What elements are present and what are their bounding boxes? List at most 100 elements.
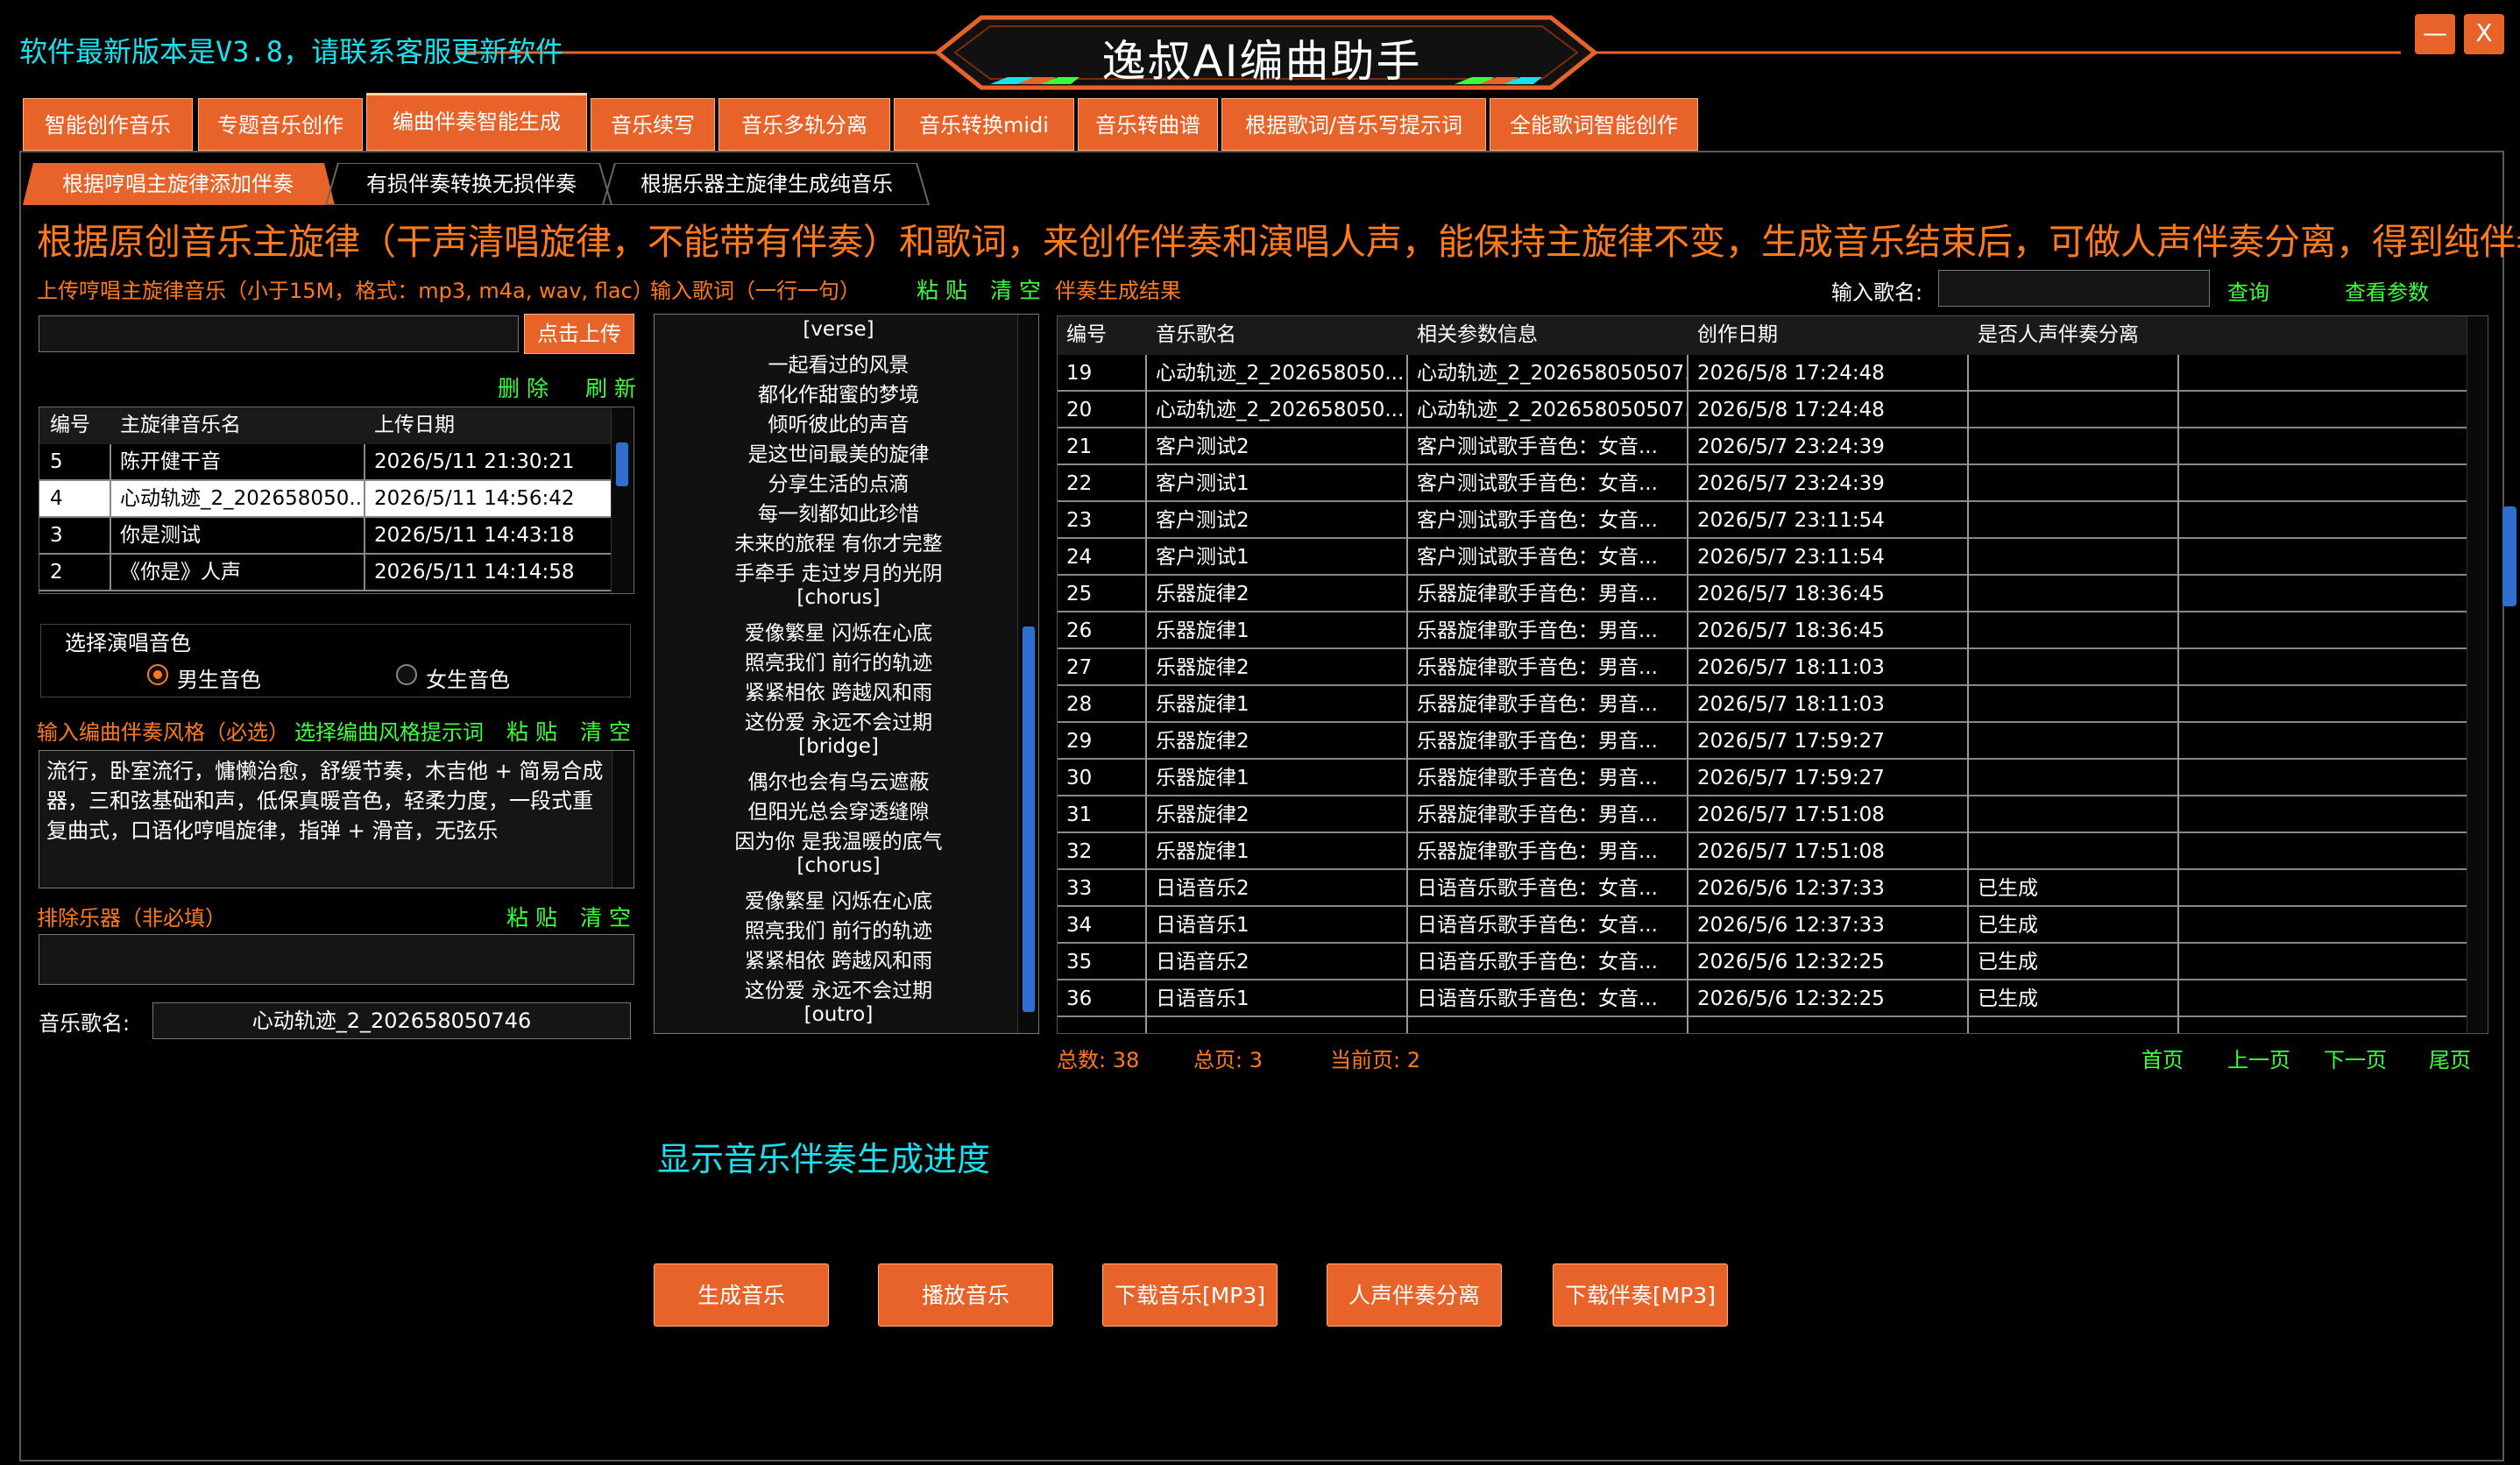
cell-id: 27 <box>1066 656 1093 679</box>
tab-score[interactable]: 音乐转曲谱 <box>1078 98 1218 151</box>
table-row[interactable]: 25 乐器旋律2 乐器旋律歌手音色：男音... 2026/5/7 18:36:45 <box>1058 576 2467 612</box>
style-paste-button[interactable]: 粘 贴 <box>506 715 557 747</box>
table-row[interactable]: 35 日语音乐2 日语音乐歌手音色：女音... 2026/5/6 12:32:25 已生… <box>1058 944 2467 980</box>
table-row[interactable]: 19 心动轨迹_2_202658050... 心动轨迹_2_202658050507… <box>1058 355 2467 392</box>
song-name-input[interactable]: 心动轨迹_2_202658050746 <box>152 1002 631 1039</box>
cell-date: 2026/5/7 18:11:03 <box>1697 693 1885 716</box>
lyric-line: 每一刻都如此珍惜 <box>758 503 919 526</box>
page-scroll-thumb[interactable] <box>2502 506 2516 606</box>
table-row[interactable]: 2 《你是》人声 2026/5/11 14:14:58 <box>39 555 611 591</box>
tab-topic-create[interactable]: 专题音乐创作 <box>198 98 363 151</box>
table-row[interactable]: 36 日语音乐1 日语音乐歌手音色：女音... 2026/5/6 12:32:25 已生… <box>1058 980 2467 1017</box>
melody-table-scrollbar[interactable] <box>611 407 634 593</box>
table-row[interactable]: 33 日语音乐2 日语音乐歌手音色：女音... 2026/5/6 12:37:33 已生… <box>1058 870 2467 907</box>
table-row[interactable]: 20 心动轨迹_2_202658050... 心动轨迹_2_202658050507… <box>1058 392 2467 428</box>
play-music-button[interactable]: 播放音乐 <box>878 1263 1053 1327</box>
minimize-button[interactable]: — <box>2415 14 2455 54</box>
table-row[interactable]: 22 客户测试1 客户测试歌手音色：女音... 2026/5/7 23:24:39 <box>1058 465 2467 502</box>
style-scrollbar[interactable] <box>612 751 634 888</box>
table-row[interactable]: 3 你是测试 2026/5/11 14:43:18 <box>39 518 611 555</box>
table-row[interactable]: 30 乐器旋律1 乐器旋律歌手音色：男音... 2026/5/7 17:59:27 <box>1058 760 2467 796</box>
result-table-body: 19 心动轨迹_2_202658050... 心动轨迹_2_202658050507… <box>1058 355 2468 1033</box>
scroll-thumb[interactable] <box>1023 626 1035 1012</box>
view-params-button[interactable]: 查看参数 <box>2345 275 2429 306</box>
lyrics-clear-button[interactable]: 清 空 <box>990 273 1041 305</box>
table-row[interactable]: 26 乐器旋律1 乐器旋律歌手音色：男音... 2026/5/7 18:36:45 <box>1058 612 2467 649</box>
first-page-button[interactable]: 首页 <box>2141 1043 2184 1073</box>
refresh-button[interactable]: 刷 新 <box>585 372 636 403</box>
lyrics-textarea[interactable]: [verse] 一起看过的风景 都化作甜蜜的梦境 倾听彼此的声音 是这世间最美的旋律 分享… <box>654 314 1039 1034</box>
male-voice-label[interactable]: 男生音色 <box>177 662 261 693</box>
scroll-thumb[interactable] <box>616 442 628 486</box>
separate-vocal-button[interactable]: 人声伴奏分离 <box>1327 1263 1502 1327</box>
exclude-clear-button[interactable]: 清 空 <box>580 901 631 932</box>
lyric-line: 紧紧相依 跨越风和雨 <box>744 950 933 973</box>
download-music-button[interactable]: 下载音乐[MP3] <box>1102 1263 1278 1327</box>
table-row-selected[interactable]: 4 心动轨迹_2_202658050... 2026/5/11 14:56:42 <box>39 481 611 518</box>
result-label: 伴奏生成结果 <box>1055 279 1181 303</box>
upload-path-input[interactable] <box>39 315 519 352</box>
result-table-scrollbar[interactable] <box>2467 316 2488 1033</box>
tab-arrangement[interactable]: 编曲伴奏智能生成 <box>366 93 587 151</box>
progress-text: 显示音乐伴奏生成进度 <box>657 1140 991 1178</box>
table-row[interactable]: 5 陈开健干音 2026/5/11 21:30:21 <box>39 444 611 481</box>
close-button[interactable]: X <box>2464 14 2504 54</box>
cell-song: 乐器旋律1 <box>1156 693 1249 716</box>
tab-prompt-writer[interactable]: 根据歌词/音乐写提示词 <box>1221 98 1486 151</box>
lyric-line: [chorus] <box>796 854 881 877</box>
table-row[interactable]: 24 客户测试1 客户测试歌手音色：女音... 2026/5/7 23:11:54 <box>1058 539 2467 576</box>
tab-multitrack[interactable]: 音乐多轨分离 <box>718 98 890 151</box>
tab-continue[interactable]: 音乐续写 <box>591 98 715 151</box>
download-accomp-button[interactable]: 下载伴奏[MP3] <box>1553 1263 1728 1327</box>
cell-date: 2026/5/8 17:24:48 <box>1697 362 1885 385</box>
cell-name: 陈开健干音 <box>120 450 221 473</box>
page-headline: 根据原创音乐主旋律（干声清唱旋律，不能带有伴奏）和歌词，来创作伴奏和演唱人声，能… <box>37 221 2520 263</box>
female-voice-label[interactable]: 女生音色 <box>426 662 510 693</box>
female-voice-radio[interactable] <box>396 664 417 685</box>
lyrics-lines: [verse] 一起看过的风景 都化作甜蜜的梦境 倾听彼此的声音 是这世间最美的旋律 分享… <box>655 318 1023 1030</box>
lyric-line: 一起看过的风景 <box>768 354 910 377</box>
cell-song: 日语音乐1 <box>1156 987 1249 1010</box>
exclude-input[interactable] <box>39 934 634 985</box>
upload-button[interactable]: 点击上传 <box>524 314 634 354</box>
cell-name: 《你是》人声 <box>120 561 241 584</box>
tab-smart-create[interactable]: 智能创作音乐 <box>23 98 193 151</box>
cell-song: 乐器旋律1 <box>1156 767 1249 789</box>
male-voice-radio[interactable] <box>147 664 168 685</box>
table-row[interactable]: 23 客户测试2 客户测试歌手音色：女音... 2026/5/7 23:11:54 <box>1058 502 2467 539</box>
cell-id: 25 <box>1066 583 1093 605</box>
style-textarea[interactable]: 流行，卧室流行，慵懒治愈，舒缓节奏，木吉他 + 简易合成器，三和弦基础和声，低保… <box>39 750 634 888</box>
delete-button[interactable]: 删 除 <box>498 372 549 403</box>
subtab-instrument[interactable]: 根据乐器主旋律生成纯音乐 <box>613 163 920 205</box>
lyric-line: [outro] <box>803 1003 874 1026</box>
lyrics-paste-button[interactable]: 粘 贴 <box>917 273 967 305</box>
exclude-paste-button[interactable]: 粘 贴 <box>506 901 557 932</box>
lyric-line: 手牵手 走过岁月的光阴 <box>734 563 943 585</box>
style-clear-button[interactable]: 清 空 <box>580 715 631 747</box>
cell-params: 乐器旋律歌手音色：男音... <box>1417 693 1658 716</box>
cell-params: 心动轨迹_2_202658050507... <box>1417 399 1687 421</box>
last-page-button[interactable]: 尾页 <box>2429 1043 2471 1073</box>
table-row[interactable]: 29 乐器旋律2 乐器旋律歌手音色：男音... 2026/5/7 17:59:27 <box>1058 723 2467 760</box>
table-row[interactable]: 27 乐器旋律2 乐器旋律歌手音色：男音... 2026/5/7 18:11:03 <box>1058 649 2467 686</box>
lyrics-scrollbar[interactable] <box>1017 315 1038 1033</box>
query-button[interactable]: 查询 <box>2227 275 2269 306</box>
lyric-line: 都化作甜蜜的梦境 <box>758 384 919 407</box>
table-row[interactable]: 32 乐器旋律1 乐器旋律歌手音色：男音... 2026/5/7 17:51:08 <box>1058 833 2467 870</box>
cell-params: 乐器旋律歌手音色：男音... <box>1417 803 1658 826</box>
generate-music-button[interactable]: 生成音乐 <box>654 1263 829 1327</box>
prev-page-button[interactable]: 上一页 <box>2227 1043 2290 1073</box>
col-header-id: 编号 <box>50 414 90 436</box>
next-page-button[interactable]: 下一页 <box>2324 1043 2387 1073</box>
table-row[interactable]: 31 乐器旋律2 乐器旋律歌手音色：男音... 2026/5/7 17:51:08 <box>1058 796 2467 833</box>
tab-midi[interactable]: 音乐转换midi <box>894 98 1074 151</box>
table-row[interactable]: 21 客户测试2 客户测试歌手音色：女音... 2026/5/7 23:24:39 <box>1058 428 2467 465</box>
search-input[interactable] <box>1938 270 2210 307</box>
cell-id: 21 <box>1066 435 1093 458</box>
subtab-lossless[interactable]: 有损伴奏转换无损伴奏 <box>335 163 608 205</box>
table-row[interactable]: 28 乐器旋律1 乐器旋律歌手音色：男音... 2026/5/7 18:11:03 <box>1058 686 2467 723</box>
subtab-melody-accomp[interactable]: 根据哼唱主旋律添加伴奏 <box>33 163 322 205</box>
tab-lyrics-create[interactable]: 全能歌词智能创作 <box>1490 98 1698 151</box>
style-hint-link[interactable]: 选择编曲风格提示词 <box>294 715 484 746</box>
table-row[interactable]: 34 日语音乐1 日语音乐歌手音色：女音... 2026/5/6 12:37:33 已生… <box>1058 907 2467 944</box>
